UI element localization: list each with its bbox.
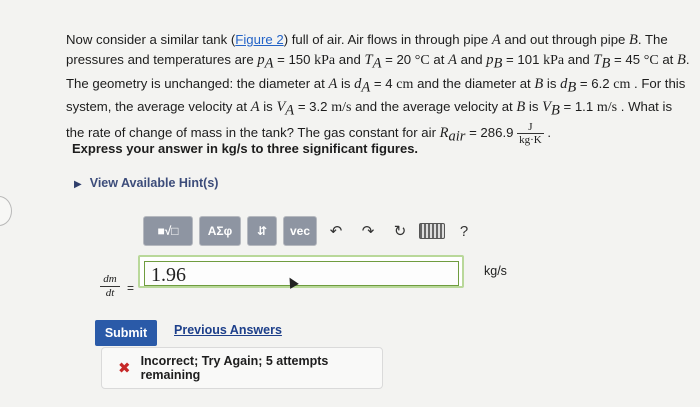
problem-text: and the average velocity at (351, 99, 517, 115)
problem-statement: Now consider a similar tank (Figure 2) f… (66, 30, 691, 147)
var-v: V (542, 99, 551, 116)
help-icon[interactable]: ? (451, 217, 477, 245)
problem-text: and (564, 52, 594, 67)
value-r: = 286.9 (465, 124, 518, 140)
var-a: A (491, 32, 501, 48)
vector-button[interactable]: vec (283, 216, 317, 246)
unit-kpa: kPa (543, 53, 565, 68)
reset-icon[interactable]: ↻ (387, 217, 413, 245)
unit-j-per-kgk: Jkg·K (517, 121, 544, 146)
problem-text: and (335, 52, 365, 67)
fraction-numerator: J (517, 121, 544, 134)
keyboard-shape (419, 223, 445, 239)
math-toolbar: ■√□ ΑΣφ ⇵ vec ↶ ↷ ↻ ? (143, 215, 477, 247)
var-t: T (593, 52, 602, 68)
feedback-text: Incorrect; Try Again; 5 attempts remaini… (140, 354, 329, 382)
var-a: A (328, 75, 338, 92)
value-ta: = 20 (381, 52, 415, 67)
undo-icon[interactable]: ↶ (323, 217, 349, 245)
problem-text: ) full of air. Air flows in through pipe (283, 32, 492, 47)
templates-button[interactable]: ■√□ (143, 216, 193, 246)
var-a: A (448, 52, 457, 68)
problem-text: and out through pipe (500, 32, 630, 47)
var-b: B (629, 32, 638, 48)
sub-air: air (448, 128, 466, 145)
previous-part-control[interactable] (0, 196, 12, 226)
value-da: = 4 (370, 75, 397, 91)
unit-cm: cm (613, 76, 631, 92)
unit-cm: cm (396, 76, 414, 92)
problem-text: is (259, 99, 277, 115)
value-tb: = 45 (610, 52, 644, 67)
fraction-numerator: dm (100, 273, 120, 287)
feedback-message: ✖ Incorrect; Try Again; 5 attempts remai… (101, 347, 383, 389)
problem-text: at (429, 52, 449, 67)
hint-label: View Available Hint(s) (89, 176, 219, 190)
answer-value: 1.96 (151, 264, 186, 286)
unit-mps: m/s (331, 100, 352, 116)
dm-dt-fraction: dm dt (100, 273, 120, 300)
sub-b: B (550, 102, 560, 119)
problem-text: at (658, 52, 677, 67)
var-p: p (257, 52, 265, 68)
problem-text: and (456, 52, 487, 67)
sub-a: A (285, 102, 295, 119)
greek-symbols-button[interactable]: ΑΣφ (199, 216, 241, 246)
var-v: V (276, 99, 286, 116)
answer-input-wrapper: 1.96 (138, 255, 464, 289)
unit-celsius: °C (414, 53, 430, 68)
problem-text: and the diameter at (413, 75, 535, 91)
previous-answers-link[interactable]: Previous Answers (174, 323, 282, 337)
problem-text: is (543, 75, 561, 91)
incorrect-icon: ✖ (118, 360, 131, 377)
value-pb: = 101 (502, 52, 544, 67)
submit-button[interactable]: Submit (95, 320, 157, 346)
problem-text: is (525, 99, 543, 115)
sub-a: A (361, 79, 371, 96)
value-pa: = 150 (273, 52, 315, 67)
caret-right-icon: ▶ (74, 179, 82, 190)
answer-instruction: Express your answer in kg/s to three sig… (72, 141, 419, 156)
unit-celsius: °C (643, 53, 659, 68)
fraction-denominator: dt (105, 287, 115, 299)
var-b: B (677, 52, 686, 68)
value-va: = 3.2 (294, 99, 332, 115)
figure-link[interactable]: Figure 2 (235, 32, 283, 47)
value-db: = 6.2 (576, 75, 614, 91)
var-b: B (534, 75, 544, 92)
view-hints-toggle[interactable]: ▶ View Available Hint(s) (74, 176, 218, 190)
arrows-button[interactable]: ⇵ (247, 216, 277, 246)
problem-text: Now consider a similar tank ( (66, 32, 236, 47)
problem-text: is (337, 75, 355, 91)
problem-text: . (543, 124, 552, 140)
keyboard-icon[interactable] (419, 217, 445, 245)
answer-units: kg/s (484, 264, 507, 278)
value-vb: = 1.1 (559, 99, 597, 115)
var-t: T (364, 52, 373, 68)
unit-kpa: kPa (314, 53, 336, 68)
var-p: p (486, 52, 494, 68)
fraction-denominator: kg·K (519, 133, 542, 146)
redo-icon[interactable]: ↷ (355, 217, 381, 245)
equals-sign: = (127, 281, 135, 295)
sub-b: B (567, 79, 577, 96)
answer-input[interactable]: 1.96 (144, 261, 459, 286)
var-a: A (250, 99, 260, 116)
var-b: B (516, 99, 526, 116)
unit-mps: m/s (596, 100, 618, 116)
